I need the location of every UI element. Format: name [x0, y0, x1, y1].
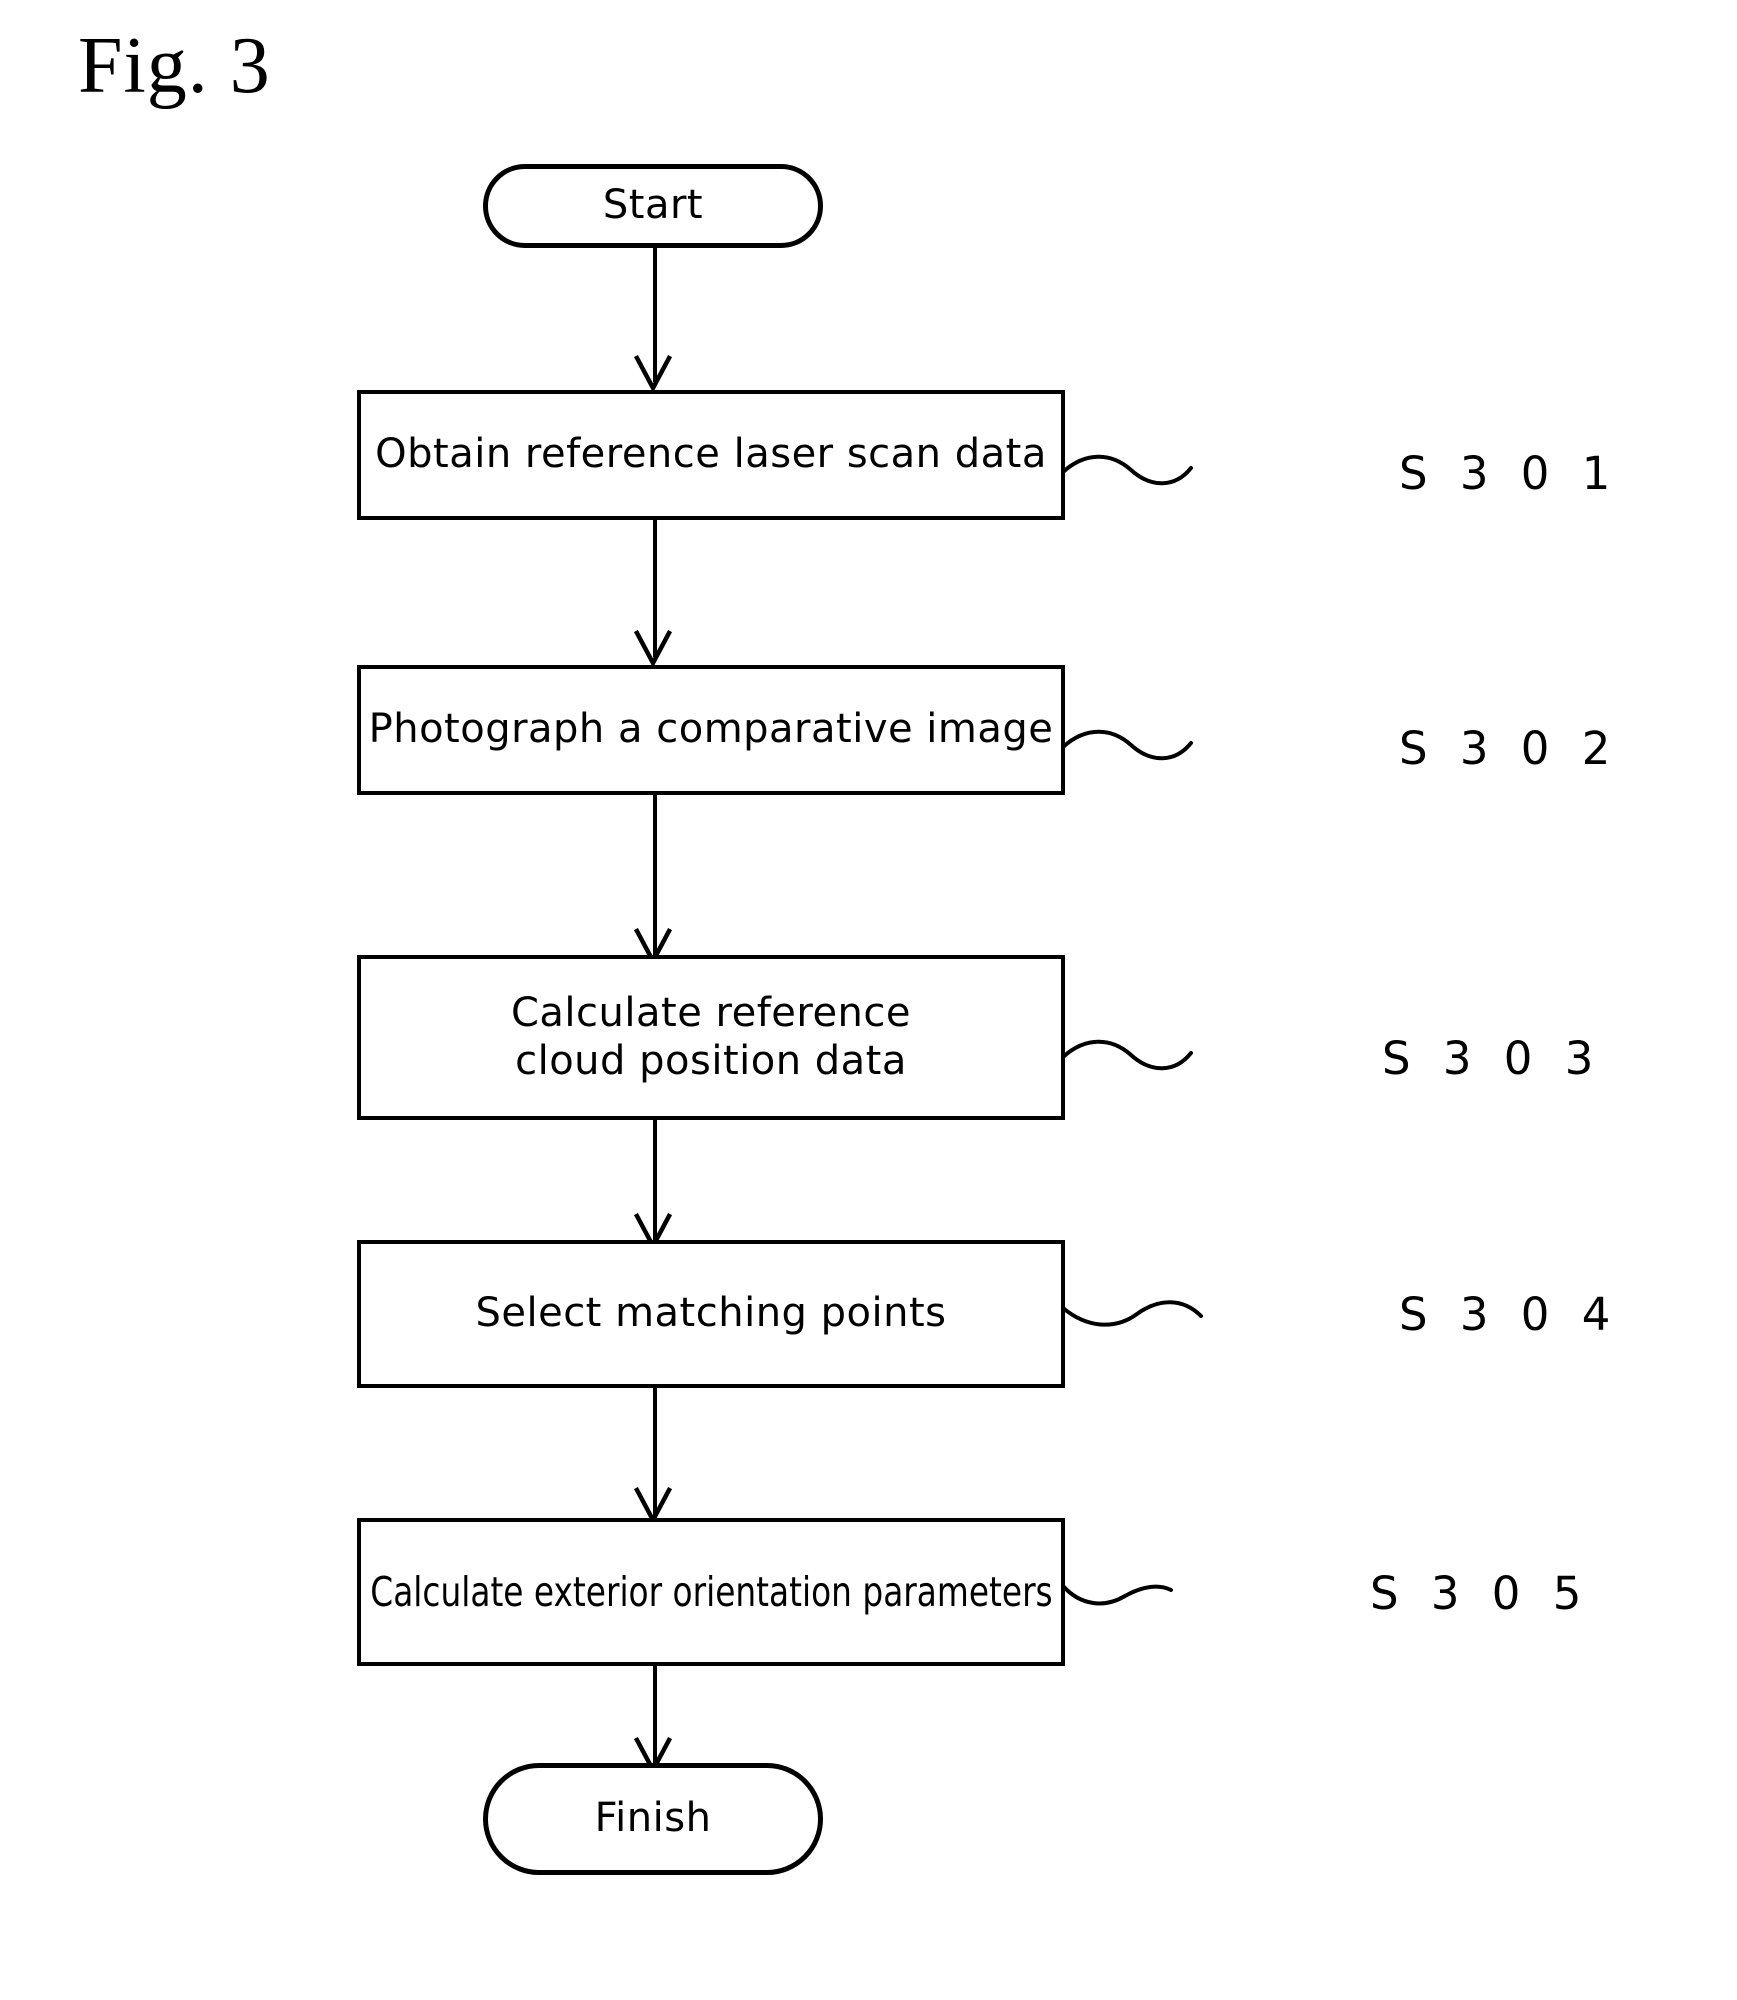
flow-node-finish-label: Finish — [594, 1795, 712, 1842]
flow-node-s304: Select matching points — [357, 1240, 1065, 1388]
flow-node-finish: Finish — [483, 1763, 823, 1875]
arrowhead-s301-to-s302 — [633, 629, 673, 668]
flow-node-s303-label: Calculate reference cloud position data — [510, 990, 912, 1084]
callout-leader-s301 — [1061, 452, 1193, 492]
callout-label-s305: S 3 0 5 — [1370, 1567, 1591, 1620]
figure-canvas: Fig. 3 Start Obtain reference laser scan… — [0, 0, 1737, 2000]
callout-leader-s304 — [1061, 1292, 1203, 1332]
callout-label-s301: S 3 0 1 — [1399, 447, 1620, 500]
flow-node-s302: Photograph a comparative image — [357, 665, 1065, 795]
callout-label-s302: S 3 0 2 — [1399, 722, 1620, 775]
callout-leader-s303 — [1061, 1037, 1193, 1077]
figure-title: Fig. 3 — [78, 22, 271, 110]
callout-leader-s302 — [1061, 727, 1193, 767]
callout-leader-s305 — [1061, 1574, 1173, 1610]
flow-node-start: Start — [483, 164, 823, 248]
flow-node-s303: Calculate reference cloud position data — [357, 955, 1065, 1120]
flow-node-s301-label: Obtain reference laser scan data — [375, 431, 1047, 478]
flow-node-s305: Calculate exterior orientation parameter… — [357, 1518, 1065, 1666]
arrowhead-start-to-s301 — [633, 354, 673, 393]
flow-node-start-label: Start — [602, 182, 704, 229]
callout-label-s304: S 3 0 4 — [1399, 1288, 1620, 1341]
flow-node-s304-label: Select matching points — [475, 1290, 947, 1337]
flow-node-s302-label: Photograph a comparative image — [368, 706, 1054, 753]
callout-label-s303: S 3 0 3 — [1382, 1032, 1603, 1085]
flow-node-s301: Obtain reference laser scan data — [357, 390, 1065, 520]
flow-node-s305-label: Calculate exterior orientation parameter… — [369, 1567, 1053, 1616]
